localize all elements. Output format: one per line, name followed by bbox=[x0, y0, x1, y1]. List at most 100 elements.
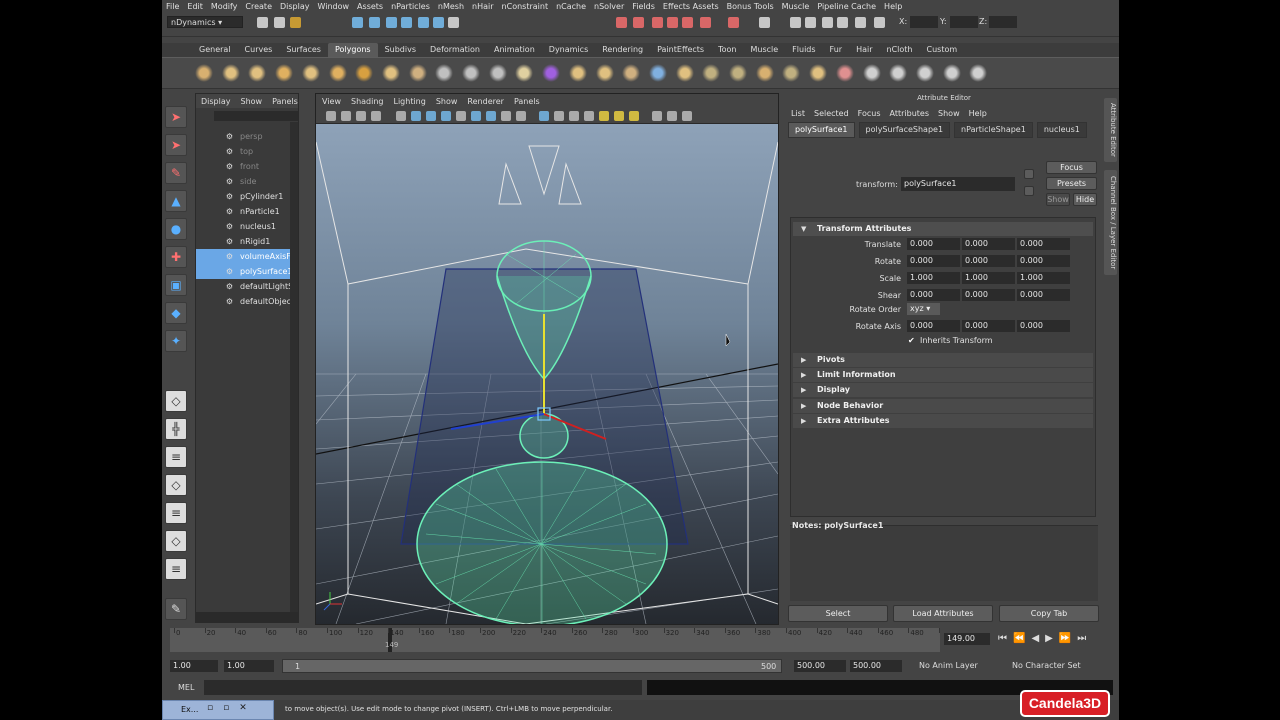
outliner-menu-panels[interactable]: Panels bbox=[272, 97, 298, 106]
menu-window[interactable]: Window bbox=[318, 2, 350, 11]
playback-end-field[interactable]: 500.00 bbox=[794, 660, 846, 672]
notes-area[interactable]: Notes: polySurface1 bbox=[790, 521, 1098, 601]
attribute-editor-side-tab[interactable]: Attribute Editor bbox=[1104, 98, 1117, 162]
menu-assets[interactable]: Assets bbox=[357, 2, 383, 11]
current-time-field[interactable]: 149.00 bbox=[944, 633, 990, 645]
lasso-tool-icon[interactable]: ➤ bbox=[165, 134, 187, 156]
inherits-transform-checkbox[interactable]: ✔ bbox=[908, 336, 917, 345]
shelf-tool-icon[interactable] bbox=[648, 64, 667, 82]
ae-menu-show[interactable]: Show bbox=[938, 109, 960, 118]
viewport-tool-icon[interactable] bbox=[599, 111, 609, 121]
menu-edit[interactable]: Edit bbox=[187, 2, 203, 11]
taskbar-window-button[interactable]: Ex... ▫▫✕ bbox=[162, 700, 274, 720]
ae-menu-list[interactable]: List bbox=[791, 109, 805, 118]
rotate-axis-x[interactable]: 0.000 bbox=[907, 320, 960, 332]
outliner-item[interactable]: ⚙ persp bbox=[196, 129, 298, 144]
shelf-tool-icon[interactable] bbox=[301, 64, 320, 82]
menu-file[interactable]: File bbox=[166, 2, 179, 11]
viewport-tool-icon[interactable] bbox=[667, 111, 677, 121]
viewport-tool-icon[interactable] bbox=[539, 111, 549, 121]
shelf-tab-general[interactable]: General bbox=[192, 43, 238, 57]
viewport-tool-icon[interactable] bbox=[652, 111, 662, 121]
ae-tab-polysurfaceshape1[interactable]: polySurfaceShape1 bbox=[858, 122, 951, 138]
shelf-tab-hair[interactable]: Hair bbox=[849, 43, 879, 57]
playback-start-field[interactable]: 1.00 bbox=[224, 660, 274, 672]
anim-layer-dropdown[interactable]: No Anim Layer bbox=[919, 661, 978, 670]
presets-button[interactable]: Presets bbox=[1046, 177, 1097, 190]
ae-tab-nucleus1[interactable]: nucleus1 bbox=[1036, 122, 1087, 138]
viewport-tool-icon[interactable] bbox=[411, 111, 421, 121]
scale-tool-icon[interactable]: ✚ bbox=[165, 246, 187, 268]
shelf-tool-icon[interactable] bbox=[462, 64, 480, 82]
shelf-tool-icon[interactable] bbox=[809, 64, 828, 82]
status-tool-icon[interactable] bbox=[837, 17, 848, 28]
status-tool-icon[interactable] bbox=[874, 17, 885, 28]
section-pivots[interactable]: ▶ Pivots bbox=[793, 353, 1093, 367]
viewport-tool-icon[interactable] bbox=[584, 111, 594, 121]
shelf-tool-icon[interactable] bbox=[542, 64, 561, 82]
shelf-tool-icon[interactable] bbox=[488, 64, 507, 82]
status-tool-icon[interactable] bbox=[652, 17, 663, 28]
shelf-tool-icon[interactable] bbox=[515, 64, 534, 82]
status-tool-icon[interactable] bbox=[633, 17, 644, 28]
ae-menu-selected[interactable]: Selected bbox=[814, 109, 849, 118]
shelf-tool-icon[interactable] bbox=[328, 64, 347, 82]
character-set-dropdown[interactable]: No Character Set bbox=[1012, 661, 1081, 670]
viewport-tool-icon[interactable] bbox=[516, 111, 526, 121]
menu-nhair[interactable]: nHair bbox=[472, 2, 494, 11]
menu-help[interactable]: Help bbox=[884, 2, 902, 11]
shelf-tool-icon[interactable] bbox=[862, 64, 881, 82]
viewport-tool-icon[interactable] bbox=[486, 111, 496, 121]
hypershade-layout-icon[interactable]: ◇ bbox=[165, 530, 187, 552]
section-extra-attributes[interactable]: ▶ Extra Attributes bbox=[793, 413, 1093, 428]
shelf-tab-fur[interactable]: Fur bbox=[823, 43, 850, 57]
outliner-vscrollbar[interactable] bbox=[290, 122, 298, 612]
outliner-item[interactable]: ⚙ top bbox=[196, 144, 298, 159]
shelf-tool-icon[interactable] bbox=[435, 64, 454, 82]
viewport-tool-icon[interactable] bbox=[326, 111, 336, 121]
soft-mod-icon[interactable]: ◆ bbox=[165, 302, 187, 324]
shelf-tab-toon[interactable]: Toon bbox=[711, 43, 743, 57]
shelf-tab-rendering[interactable]: Rendering bbox=[595, 43, 650, 57]
shelf-tab-muscle[interactable]: Muscle bbox=[743, 43, 785, 57]
status-tool-icon[interactable] bbox=[759, 17, 770, 28]
menu-nparticles[interactable]: nParticles bbox=[391, 2, 430, 11]
perspective-viewport[interactable]: View Shading Lighting Show Renderer Panels bbox=[315, 93, 779, 627]
shelf-tool-icon[interactable] bbox=[702, 64, 721, 82]
outliner-item[interactable]: ⚙ defaultObjec bbox=[196, 294, 298, 309]
status-tool-icon[interactable] bbox=[290, 17, 301, 28]
four-layout-icon[interactable]: ╬ bbox=[165, 418, 187, 440]
menu-nsolver[interactable]: nSolver bbox=[594, 2, 624, 11]
status-tool-icon[interactable] bbox=[667, 17, 678, 28]
outliner-item[interactable]: ⚙ front bbox=[196, 159, 298, 174]
y-field[interactable] bbox=[950, 16, 978, 28]
time-slider[interactable]: 149 0 20 40 60 80 100 120 140 160 180 200 220 240 260… bbox=[170, 628, 954, 652]
shelf-tool-icon[interactable] bbox=[915, 64, 934, 82]
shelf-tool-icon[interactable] bbox=[782, 64, 801, 82]
show-button[interactable]: Show bbox=[1046, 193, 1070, 206]
shelf-tool-icon[interactable] bbox=[835, 64, 854, 82]
viewport-menu-panels[interactable]: Panels bbox=[514, 97, 540, 106]
status-tool-icon[interactable] bbox=[448, 17, 459, 28]
viewport-menu-lighting[interactable]: Lighting bbox=[393, 97, 425, 106]
menu-set-dropdown[interactable]: nDynamics ▾ bbox=[167, 16, 243, 28]
shelf-tool-icon[interactable] bbox=[675, 64, 694, 82]
viewport-menu-view[interactable]: View bbox=[322, 97, 341, 106]
command-input[interactable] bbox=[204, 680, 642, 695]
viewport-menu-shading[interactable]: Shading bbox=[351, 97, 384, 106]
viewport-tool-icon[interactable] bbox=[371, 111, 381, 121]
mel-label[interactable]: MEL bbox=[178, 683, 194, 692]
shelf-tool-icon[interactable] bbox=[408, 64, 427, 82]
shelf-tool-icon[interactable] bbox=[595, 64, 614, 82]
scene-view[interactable] bbox=[315, 124, 779, 627]
viewport-tool-icon[interactable] bbox=[341, 111, 351, 121]
shelf-tool-icon[interactable] bbox=[942, 64, 961, 82]
shelf-tool-icon[interactable] bbox=[195, 64, 213, 82]
status-tool-icon[interactable] bbox=[790, 17, 801, 28]
viewport-tool-icon[interactable] bbox=[569, 111, 579, 121]
menu-muscle[interactable]: Muscle bbox=[782, 2, 810, 11]
viewport-tool-icon[interactable] bbox=[554, 111, 564, 121]
attr-translate-y[interactable]: 0.000 bbox=[962, 238, 1015, 250]
attr-shear-y[interactable]: 0.000 bbox=[962, 289, 1015, 301]
status-tool-icon[interactable] bbox=[822, 17, 833, 28]
